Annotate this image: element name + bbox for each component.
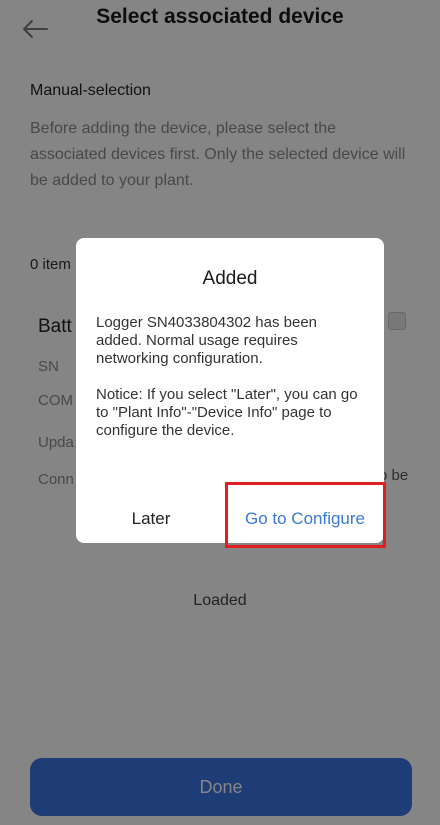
select-device-screen: Select associated device Manual-selectio… <box>0 0 440 825</box>
dialog-notice: Notice: If you select "Later", you can g… <box>96 386 358 439</box>
added-dialog: Added Logger SN4033804302 has been added… <box>76 238 384 543</box>
dialog-title: Added <box>202 268 258 289</box>
dialog-message: Logger SN4033804302 has been added. Norm… <box>96 314 318 367</box>
dialog-body: Logger SN4033804302 has been added. Norm… <box>96 314 366 440</box>
later-button[interactable]: Later <box>76 498 226 540</box>
go-to-configure-button[interactable]: Go to Configure <box>226 498 384 540</box>
